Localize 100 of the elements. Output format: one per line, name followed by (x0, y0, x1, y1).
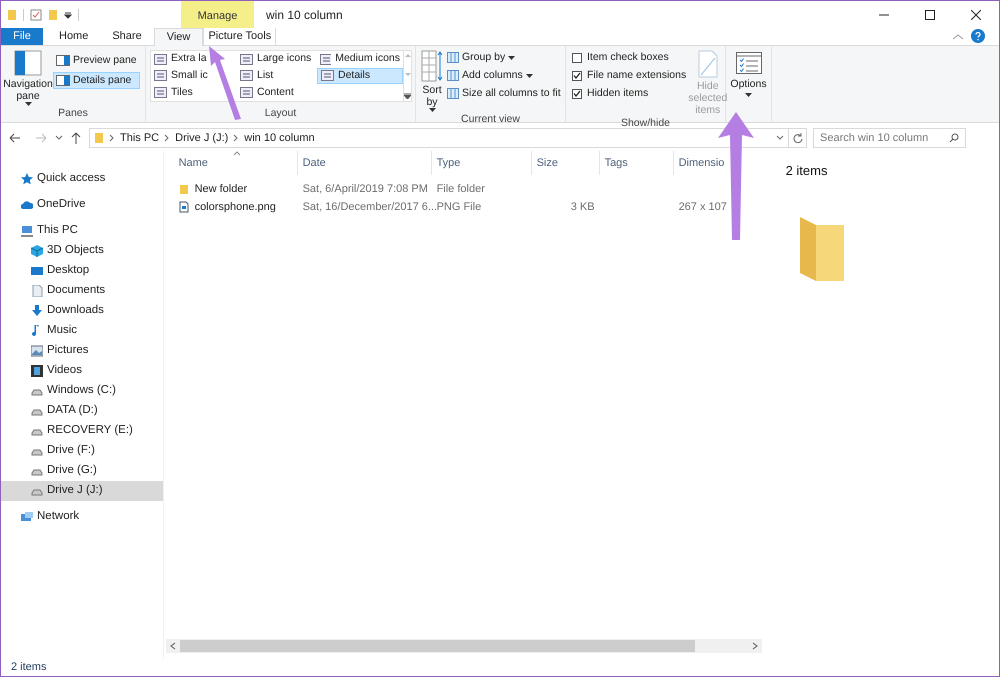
checkbox[interactable] (572, 52, 582, 62)
cube-icon (31, 245, 43, 257)
table-cell-text: 3 KB (570, 200, 595, 215)
page-icon (698, 50, 718, 78)
column-header[interactable]: Type (432, 151, 532, 175)
sidebar-item[interactable]: Windows (C:) (1, 381, 163, 401)
ribbon-tab[interactable]: View (154, 28, 204, 46)
scroll-right-icon[interactable] (752, 642, 758, 650)
sidebar-item[interactable]: Drive J (J:) (1, 481, 163, 501)
sidebar-item[interactable]: 3D Objects (1, 241, 163, 261)
scrollbar-thumb[interactable] (180, 640, 695, 652)
ribbon-tab[interactable]: Share (100, 28, 154, 45)
table-icon (421, 50, 443, 82)
folder-icon (94, 132, 104, 144)
sidebar-item[interactable]: This PC (1, 221, 163, 241)
dropdown-icon[interactable] (64, 10, 72, 18)
group-label: Layout (264, 106, 298, 121)
grid-icon (447, 88, 459, 99)
document-icon (31, 285, 43, 297)
sidebar-item[interactable]: Desktop (1, 261, 163, 281)
checkbox-label: Item check boxes (587, 50, 669, 65)
scroll-left-icon[interactable] (170, 642, 176, 650)
layout-option[interactable]: Extra la (151, 51, 210, 68)
layout-option[interactable]: Content (237, 84, 297, 101)
ribbon-tab[interactable]: File (1, 28, 43, 45)
column-header[interactable]: Date (298, 151, 432, 175)
view-icon (321, 70, 334, 82)
group-label: Show/hide (620, 116, 672, 131)
view-command[interactable]: Group by (447, 50, 561, 65)
sort-by-button[interactable]: Sort by (420, 50, 444, 112)
up-icon[interactable] (71, 132, 81, 144)
caret-icon (508, 56, 516, 60)
more-icon[interactable] (404, 93, 411, 99)
breadcrumb[interactable]: Drive J (J:) (175, 130, 228, 146)
refresh-icon[interactable] (792, 133, 802, 143)
sidebar-item[interactable]: Network (1, 507, 163, 527)
folder-icon (178, 183, 189, 195)
layout-option[interactable]: List (237, 68, 276, 84)
close-icon[interactable] (971, 10, 981, 20)
pane-icon (56, 55, 70, 66)
recent-locations-icon[interactable] (55, 135, 63, 141)
column-header[interactable]: Tags (600, 151, 674, 175)
navigation-pane-button[interactable]: Navigation pane (5, 50, 51, 106)
sidebar-item[interactable]: OneDrive (1, 195, 163, 215)
table-cell-text: PNG File (436, 200, 482, 215)
table-cell-text: File folder (436, 182, 485, 197)
sidebar-item[interactable]: Pictures (1, 341, 163, 361)
dropdown-icon[interactable] (776, 135, 784, 141)
collapse-ribbon-icon[interactable] (953, 34, 963, 40)
checkbox[interactable] (572, 88, 582, 98)
window-title: win 10 column (265, 6, 343, 24)
status-text: 2 items (10, 660, 46, 676)
picture-icon (31, 345, 43, 357)
column-header[interactable]: Size (532, 151, 600, 175)
pane-button[interactable]: Preview pane (53, 52, 140, 69)
contextual-tab-header: Manage (181, 1, 254, 28)
pane-layout-icon (14, 50, 42, 76)
sidebar-item[interactable]: Drive (F:) (1, 441, 163, 461)
address-bar[interactable]: This PC Drive J (J:) win 10 column (89, 128, 789, 148)
column-header[interactable]: Dimensio (674, 151, 754, 175)
view-command[interactable]: Size all columns to fit (447, 86, 561, 101)
caret-icon (428, 108, 436, 112)
breadcrumb[interactable]: This PC (120, 130, 160, 146)
sidebar-item[interactable]: Videos (1, 361, 163, 381)
details-pane-title: 2 items (786, 162, 828, 180)
layout-option[interactable]: Tiles (151, 84, 196, 101)
sidebar-item[interactable]: Quick access (1, 169, 163, 189)
sidebar-item[interactable]: DATA (D:) (1, 401, 163, 421)
sidebar-item[interactable]: Music (1, 321, 163, 341)
search-field[interactable]: Search win 10 column (813, 128, 966, 148)
sidebar-item[interactable]: Drive (G:) (1, 461, 163, 481)
image-file-icon (178, 201, 189, 213)
ribbon-tab[interactable]: Home (47, 28, 100, 45)
view-command[interactable]: Add columns (447, 68, 561, 83)
sidebar-item[interactable]: Downloads (1, 301, 163, 321)
maximize-icon[interactable] (925, 10, 935, 20)
pane-icon (56, 75, 70, 86)
film-icon (31, 365, 43, 377)
sort-caret-icon (232, 151, 241, 156)
layout-option[interactable]: Small ic (151, 68, 211, 84)
pane-button[interactable]: Details pane (53, 72, 140, 89)
back-icon[interactable] (9, 133, 21, 143)
sidebar-item[interactable]: Documents (1, 281, 163, 301)
view-icon (154, 70, 167, 82)
table-cell-text: Sat, 16/December/2017 6... (302, 200, 438, 215)
checkbox[interactable] (572, 70, 582, 80)
ribbon-tab[interactable]: Picture Tools (203, 28, 276, 45)
column-header[interactable]: Name (174, 151, 298, 175)
layout-option[interactable]: Details (317, 68, 403, 84)
horizontal-scrollbar[interactable] (166, 639, 762, 653)
sidebar-item[interactable]: RECOVERY (E:) (1, 421, 163, 441)
check-icon (573, 90, 581, 97)
layout-option[interactable]: Medium icons (317, 51, 403, 68)
breadcrumb[interactable]: win 10 column (244, 130, 315, 146)
caret-icon (24, 102, 32, 106)
help-icon[interactable] (971, 29, 985, 43)
options-button[interactable]: Options (730, 50, 767, 106)
layout-option[interactable]: Large icons (237, 51, 314, 68)
folder-icon (7, 8, 17, 20)
table-cell-text: colorsphone.png (194, 200, 276, 215)
